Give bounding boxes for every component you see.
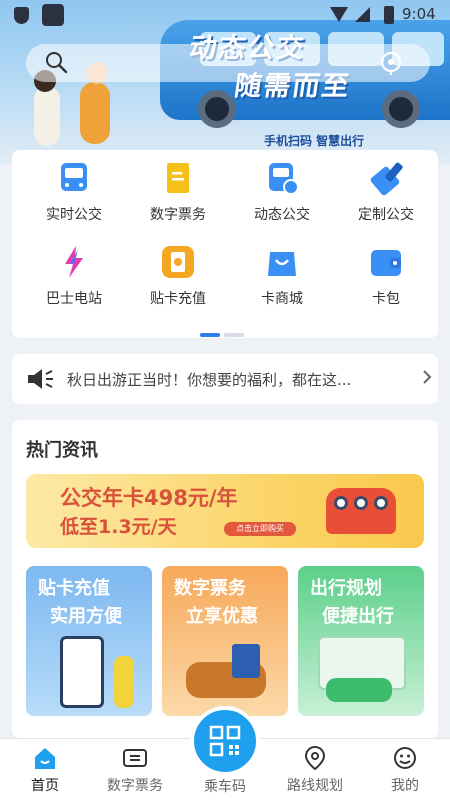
banner-person-left xyxy=(34,86,60,146)
shopping-bag-icon xyxy=(264,244,300,280)
phone-illustration xyxy=(60,636,104,708)
nav-label: 首页 xyxy=(31,778,59,794)
qr-code-button[interactable] xyxy=(190,706,260,776)
status-bar: 9:04 xyxy=(0,0,450,30)
location-pin-icon xyxy=(302,745,328,771)
wallet-icon xyxy=(368,244,404,280)
page-dot xyxy=(224,333,244,337)
function-card-recharge[interactable]: 贴卡充值 xyxy=(126,244,230,308)
function-label: 卡商城 xyxy=(261,291,303,307)
status-time: 9:04 xyxy=(402,5,436,23)
function-dynamic-bus[interactable]: 动态公交 xyxy=(230,160,334,224)
tile-title: 贴卡充值 xyxy=(38,578,110,599)
bus-icon xyxy=(56,160,92,196)
function-card-mall[interactable]: 卡商城 xyxy=(230,244,334,308)
promo-line-2: 低至1.3元/天 xyxy=(60,516,177,538)
notice-bar[interactable]: 秋日出游正当时！你想要的福利，都在这... xyxy=(12,354,438,404)
function-label: 实时公交 xyxy=(46,207,102,223)
qr-code-icon xyxy=(209,725,241,757)
nav-label: 我的 xyxy=(391,778,419,794)
section-title: 热门资讯 xyxy=(26,440,98,461)
nav-home[interactable]: 首页 xyxy=(0,745,90,795)
custom-bus-icon xyxy=(368,160,404,196)
search-bar[interactable] xyxy=(26,44,430,82)
nav-label: 路线规划 xyxy=(287,778,343,794)
news-tile-card-recharge[interactable]: 贴卡充值 实用方便 xyxy=(26,566,152,716)
lightning-icon xyxy=(56,244,92,280)
hot-news-section: 热门资讯 公交年卡498元/年 低至1.3元/天 点击立即购买 贴卡充值 实用方… xyxy=(12,420,438,738)
function-card-wallet[interactable]: 卡包 xyxy=(334,244,438,308)
page-indicator xyxy=(200,322,248,341)
nav-label: 数字票务 xyxy=(107,778,163,794)
signal-icon xyxy=(355,7,370,22)
search-icon xyxy=(46,52,68,74)
car-illustration xyxy=(326,678,392,702)
battery-icon xyxy=(384,6,394,24)
promo-buy-button[interactable]: 点击立即购买 xyxy=(224,522,296,536)
ticket-icon xyxy=(160,160,196,196)
shield-icon xyxy=(14,7,29,24)
function-label: 巴士电站 xyxy=(46,291,102,307)
news-tile-digital-ticket[interactable]: 数字票务 立享优惠 xyxy=(162,566,288,716)
function-digital-ticket[interactable]: 数字票务 xyxy=(126,160,230,224)
ticket-icon xyxy=(122,745,148,771)
function-label: 贴卡充值 xyxy=(150,291,206,307)
function-label: 动态公交 xyxy=(254,207,310,223)
qr-code-label[interactable]: 乘车码 xyxy=(180,776,270,796)
nav-route-planning[interactable]: 路线规划 xyxy=(270,745,360,795)
speaker-icon xyxy=(28,369,53,389)
dynamic-bus-icon xyxy=(264,160,300,196)
tile-title: 数字票务 xyxy=(174,578,246,599)
card-recharge-icon xyxy=(160,244,196,280)
cup-illustration xyxy=(232,644,260,678)
banner-person-right xyxy=(80,82,110,144)
home-icon xyxy=(32,745,58,771)
function-label: 定制公交 xyxy=(358,207,414,223)
nav-digital-ticket[interactable]: 数字票务 xyxy=(90,745,180,795)
scan-icon[interactable] xyxy=(378,50,404,76)
promo-banner[interactable]: 公交年卡498元/年 低至1.3元/天 点击立即购买 xyxy=(26,474,424,548)
page-dot-active xyxy=(200,333,220,337)
chevron-right-icon xyxy=(423,370,432,384)
tile-title: 出行规划 xyxy=(310,578,382,599)
tile-subtitle: 立享优惠 xyxy=(186,606,258,627)
function-realtime-bus[interactable]: 实时公交 xyxy=(22,160,126,224)
function-bus-station[interactable]: 巴士电站 xyxy=(22,244,126,308)
nav-profile[interactable]: 我的 xyxy=(360,745,450,795)
notification-icon xyxy=(42,4,64,26)
person-illustration xyxy=(114,656,134,708)
bus-illustration xyxy=(326,488,396,534)
tile-subtitle: 便捷出行 xyxy=(322,606,394,627)
news-tile-trip-planning[interactable]: 出行规划 便捷出行 xyxy=(298,566,424,716)
notice-text: 秋日出游正当时！你想要的福利，都在这... xyxy=(67,371,352,389)
banner-subline: 手机扫码 智慧出行 xyxy=(264,134,365,148)
function-label: 数字票务 xyxy=(150,207,206,223)
profile-icon xyxy=(392,745,418,771)
wifi-icon xyxy=(330,7,348,22)
function-grid: 实时公交 数字票务 动态公交 定制公交 巴士电站 贴卡充值 卡商城 卡包 xyxy=(12,150,438,338)
function-custom-bus[interactable]: 定制公交 xyxy=(334,160,438,224)
tile-subtitle: 实用方便 xyxy=(50,606,122,627)
function-label: 卡包 xyxy=(372,291,400,307)
promo-line-1: 公交年卡498元/年 xyxy=(60,486,238,510)
